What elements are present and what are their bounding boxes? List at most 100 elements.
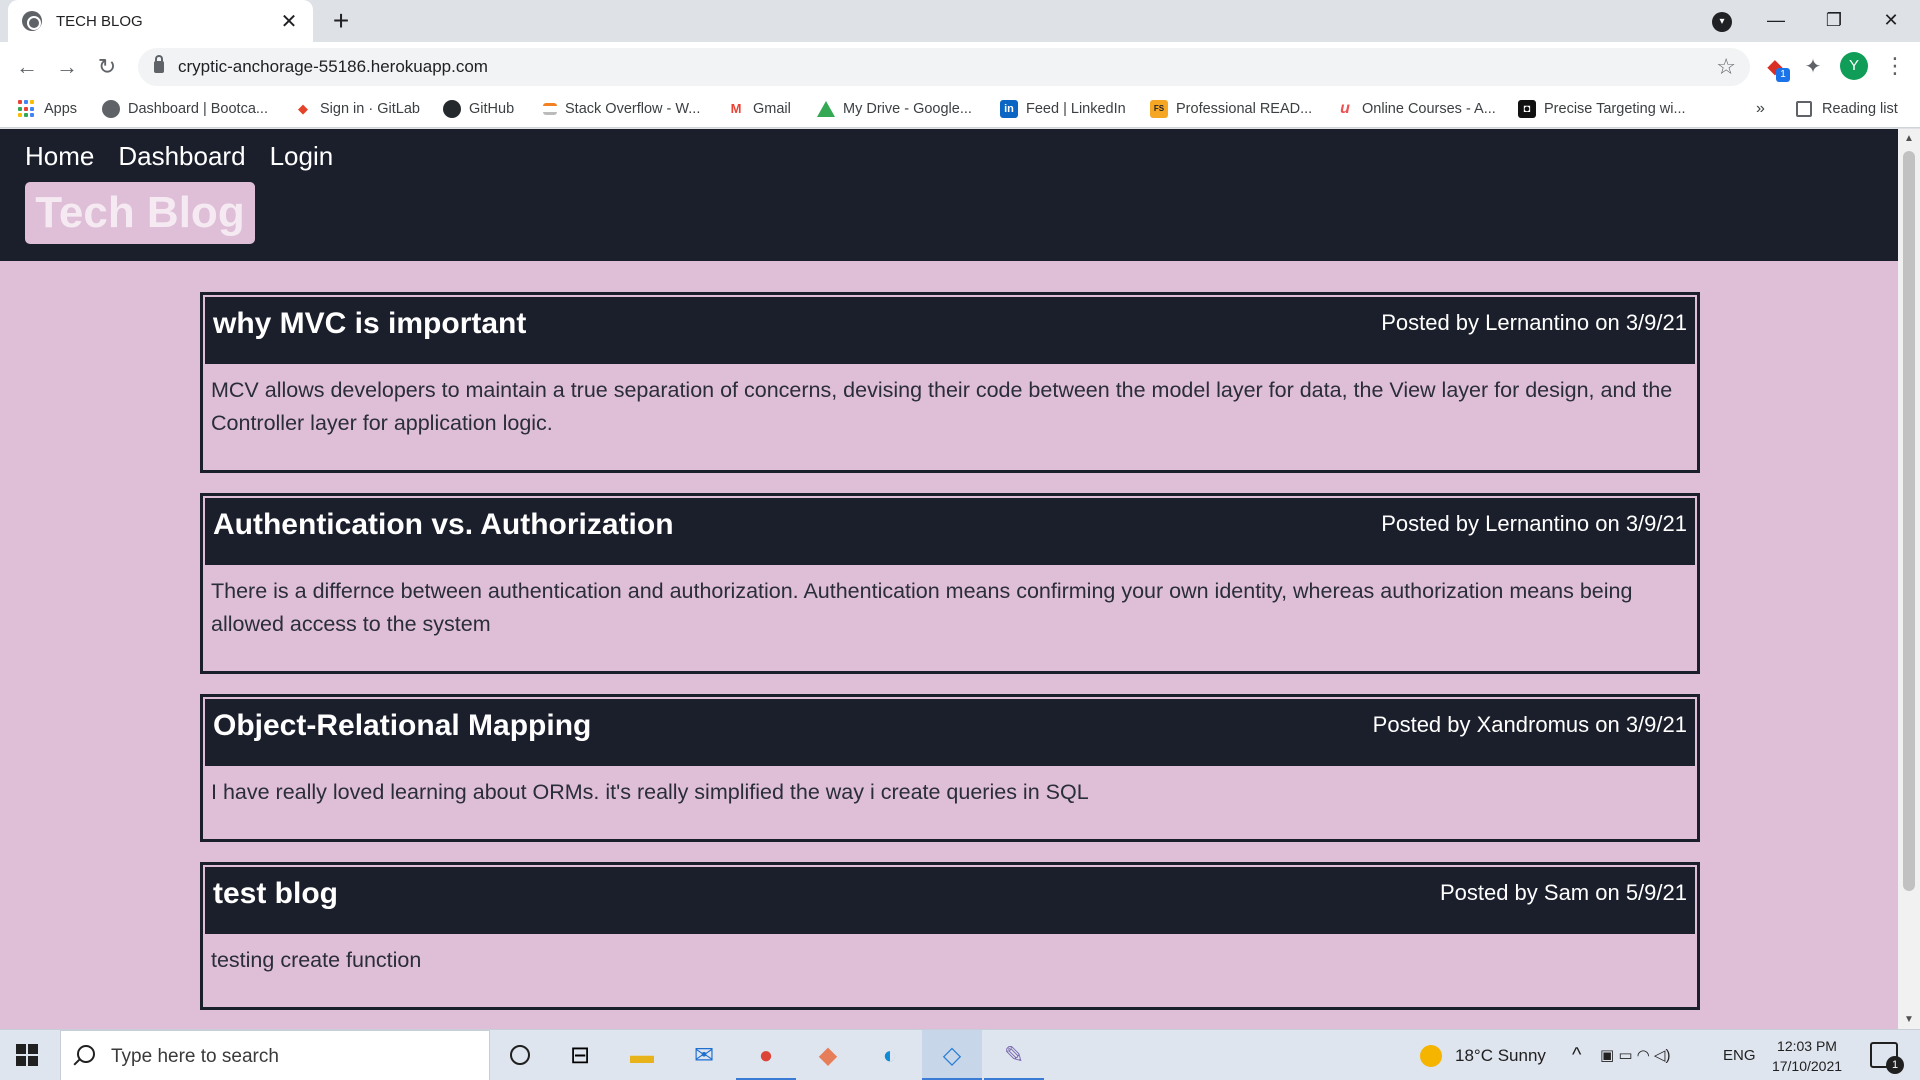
gmail-icon: M <box>730 101 742 116</box>
gitlab-icon: ◆ <box>298 101 308 116</box>
task-view-icon[interactable]: ⊟ <box>550 1030 610 1080</box>
google-drive-icon <box>817 101 835 117</box>
profile-avatar[interactable]: Y <box>1840 52 1868 80</box>
windows-taskbar: Type here to search ⊟ ▬ ✉ ● ◆ ◐ ◇ ✎ 18°C… <box>0 1029 1920 1080</box>
paint-icon[interactable]: ✎ <box>984 1030 1044 1080</box>
file-explorer-icon[interactable]: ▬ <box>612 1030 672 1080</box>
tray-overflow-icon[interactable]: ^ <box>1572 1030 1581 1080</box>
post-meta: Posted by Lernantino on 3/9/21 <box>1381 511 1687 536</box>
bookmark-apps[interactable]: Apps <box>18 92 77 126</box>
bookmark-stack-overflow[interactable]: Stack Overflow - W... <box>543 92 700 126</box>
page-scrollbar[interactable]: ▲ ▼ <box>1898 129 1920 1029</box>
globe-icon <box>22 11 42 31</box>
nav-dashboard-link[interactable]: Dashboard <box>118 141 245 172</box>
post-header: why MVC is important Posted by Lernantin… <box>203 295 1697 364</box>
taskbar-search-box[interactable]: Type here to search <box>60 1030 490 1080</box>
close-tab-icon[interactable]: ✕ <box>279 9 299 34</box>
vscode-icon[interactable]: ◇ <box>922 1030 982 1080</box>
post-title[interactable]: why MVC is important <box>213 307 526 341</box>
udemy-icon: u <box>1340 100 1350 117</box>
bookmark-precise-targeting[interactable]: ◘ Precise Targeting wi... <box>1518 92 1686 126</box>
extensions-puzzle-icon[interactable]: ✦ <box>1796 50 1830 84</box>
post-body: There is a differnce between authenticat… <box>211 579 1633 636</box>
edge-icon[interactable]: ◐ <box>860 1030 920 1080</box>
post-list: why MVC is important Posted by Lernantin… <box>200 292 1700 1029</box>
browser-toolbar: ← → ↻ cryptic-anchorage-55186.herokuapp.… <box>0 42 1920 92</box>
reload-button[interactable]: ↻ <box>90 50 124 84</box>
post-header: Object-Relational Mapping Posted by Xand… <box>203 697 1697 766</box>
tray-status-icons[interactable]: ▣ ▭ ◠ ◁) <box>1600 1030 1670 1080</box>
bookmark-label: Gmail <box>753 101 791 117</box>
forward-button[interactable]: → <box>50 50 84 84</box>
site-logo[interactable]: Tech Blog <box>25 182 255 244</box>
bookmark-label: Stack Overflow - W... <box>565 101 701 117</box>
extension-icon[interactable]: ◆ 1 <box>1758 50 1792 84</box>
new-tab-button[interactable]: + <box>324 4 358 38</box>
post-card[interactable]: why MVC is important Posted by Lernantin… <box>200 292 1700 473</box>
bookmark-label: Feed | LinkedIn <box>1026 101 1126 117</box>
post-body: MCV allows developers to maintain a true… <box>211 378 1673 435</box>
bookmark-github[interactable]: GitHub <box>443 92 514 126</box>
bookmark-dashboard-bootcamp[interactable]: Dashboard | Bootca... <box>102 92 268 126</box>
bookmarks-overflow-icon[interactable]: » <box>1756 92 1765 126</box>
restore-window-button[interactable]: ❐ <box>1805 0 1863 42</box>
reading-list-label: Reading list <box>1822 101 1898 117</box>
bookmark-google-drive[interactable]: My Drive - Google... <box>817 92 972 126</box>
bookmark-label: My Drive - Google... <box>843 101 972 117</box>
nav-login-link[interactable]: Login <box>270 141 334 172</box>
site-nav: Home Dashboard Login <box>25 141 333 172</box>
post-card[interactable]: Authentication vs. Authorization Posted … <box>200 493 1700 674</box>
cortana-icon[interactable] <box>490 1030 550 1080</box>
github-icon <box>443 100 461 118</box>
site-header: Home Dashboard Login Tech Blog <box>0 129 1898 261</box>
tab-search-icon[interactable]: ▾ <box>1712 12 1732 32</box>
close-window-button[interactable]: ✕ <box>1862 0 1920 42</box>
post-card[interactable]: test blog Posted by Sam on 5/9/21 testin… <box>200 862 1700 1010</box>
weather-text[interactable]: 18°C Sunny <box>1455 1030 1546 1080</box>
bookmark-professional-readme[interactable]: FS Professional READ... <box>1150 92 1312 126</box>
browser-tab-active[interactable]: TECH BLOG ✕ <box>8 0 313 42</box>
bookmark-label: Dashboard | Bootca... <box>128 101 268 117</box>
language-indicator[interactable]: ENG <box>1723 1030 1756 1080</box>
bookmark-label: Apps <box>44 101 78 117</box>
bookmark-gitlab[interactable]: ◆ Sign in · GitLab <box>294 92 420 126</box>
bookmark-label: Professional READ... <box>1176 101 1313 117</box>
linkedin-icon: in <box>1000 100 1018 118</box>
back-button[interactable]: ← <box>10 50 44 84</box>
url-text[interactable]: cryptic-anchorage-55186.herokuapp.com <box>178 48 488 86</box>
scrollbar-thumb[interactable] <box>1903 151 1915 891</box>
fs-icon: FS <box>1150 100 1168 118</box>
post-meta: Posted by Sam on 5/9/21 <box>1439 880 1687 905</box>
browser-menu-icon[interactable]: ⋮ <box>1880 50 1910 82</box>
nav-home-link[interactable]: Home <box>25 141 94 172</box>
bookmark-label: GitHub <box>469 101 515 117</box>
bookmark-gmail[interactable]: M Gmail <box>727 92 791 126</box>
reading-list-button[interactable]: Reading list <box>1796 92 1898 126</box>
post-title[interactable]: test blog <box>213 877 338 911</box>
taskbar-clock[interactable]: 12:03 PM 17/10/2021 <box>1762 1036 1852 1076</box>
git-app-icon[interactable]: ◆ <box>798 1030 858 1080</box>
scroll-down-icon[interactable]: ▼ <box>1898 1014 1920 1025</box>
chrome-icon[interactable]: ● <box>736 1030 796 1080</box>
post-title[interactable]: Authentication vs. Authorization <box>213 508 674 542</box>
minimize-window-button[interactable]: — <box>1747 0 1805 42</box>
windows-start-icon[interactable] <box>16 1044 38 1066</box>
post-title[interactable]: Object-Relational Mapping <box>213 709 591 743</box>
bookmark-star-icon[interactable]: ☆ <box>1716 48 1736 86</box>
clock-time: 12:03 PM <box>1777 1038 1837 1054</box>
bookmark-label: Online Courses - A... <box>1362 101 1496 117</box>
mail-icon[interactable]: ✉ <box>674 1030 734 1080</box>
lock-icon[interactable] <box>154 55 164 73</box>
post-meta: Posted by Lernantino on 3/9/21 <box>1381 310 1687 335</box>
scroll-up-icon[interactable]: ▲ <box>1898 133 1920 144</box>
globe-icon <box>102 100 120 118</box>
bookmark-linkedin[interactable]: in Feed | LinkedIn <box>1000 92 1126 126</box>
notifications-icon[interactable]: 1 <box>1870 1042 1904 1074</box>
bookmark-online-courses[interactable]: u Online Courses - A... <box>1336 92 1496 126</box>
weather-sun-icon[interactable] <box>1420 1045 1442 1067</box>
address-bar[interactable]: cryptic-anchorage-55186.herokuapp.com ☆ <box>138 48 1750 86</box>
taskbar-search-placeholder: Type here to search <box>111 1046 279 1067</box>
page-viewport: Home Dashboard Login Tech Blog why MVC i… <box>0 129 1898 1029</box>
bookmark-label: Precise Targeting wi... <box>1544 101 1686 117</box>
post-card[interactable]: Object-Relational Mapping Posted by Xand… <box>200 694 1700 842</box>
